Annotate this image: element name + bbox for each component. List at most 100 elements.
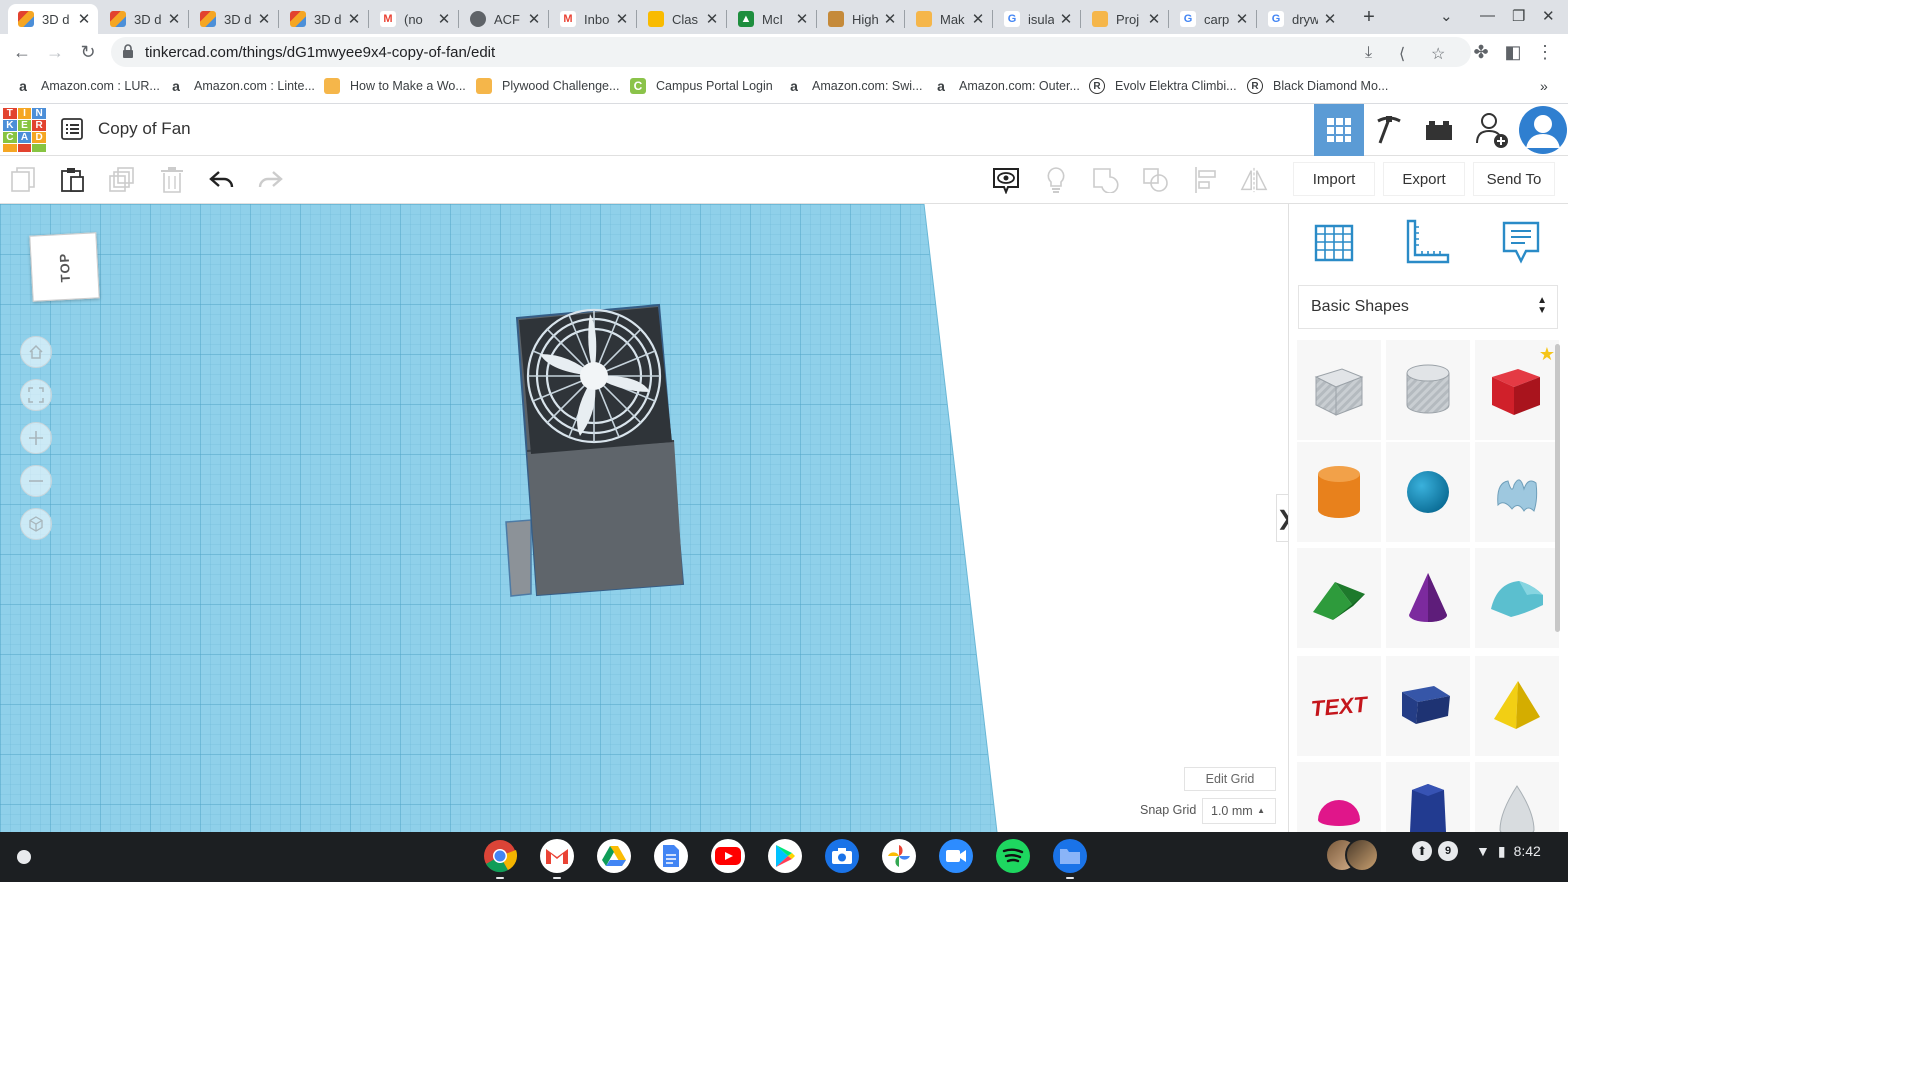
undo-icon[interactable] [208,166,236,194]
shape-pyramid[interactable] [1475,656,1559,756]
send-to-button[interactable]: Send To [1473,162,1555,196]
browser-tab[interactable]: G dryw ✕ [1258,4,1344,34]
zoom-app[interactable] [939,839,973,873]
shape-polygon[interactable] [1386,762,1470,832]
home-view-button[interactable] [20,336,52,368]
browser-tab[interactable]: Mak ✕ [906,4,992,34]
redo-icon[interactable] [256,166,284,194]
paste-icon[interactable] [58,166,86,194]
browser-tab[interactable]: 3D d ✕ [280,4,368,34]
workplane-tool-button[interactable] [1310,218,1358,266]
shape-wedge[interactable] [1386,656,1470,756]
copy-icon[interactable] [10,166,38,194]
bookmark-item[interactable]: a Amazon.com : Linte... [168,78,315,94]
snap-grid-select[interactable]: 1.0 mm ▲ [1202,798,1276,824]
shape-sphere[interactable] [1386,442,1470,542]
gmail-app[interactable] [540,839,574,879]
launcher-button[interactable] [10,843,38,871]
avatar[interactable] [1518,104,1568,156]
perspective-toggle-button[interactable] [20,508,52,540]
shape-cone[interactable] [1386,548,1470,648]
side-panel-icon[interactable]: ◧ [1502,41,1524,63]
files-app[interactable] [1053,839,1087,879]
shape-box-hole[interactable] [1297,340,1381,440]
close-tab-icon[interactable]: ✕ [614,10,630,28]
design-title[interactable]: Copy of Fan [98,119,191,139]
close-tab-icon[interactable]: ✕ [1058,10,1074,28]
favorite-star-icon[interactable]: ★ [1539,344,1555,365]
shape-half-sphere[interactable] [1297,762,1381,832]
design-list-icon[interactable] [60,117,84,141]
light-bulb-icon[interactable] [1042,166,1070,194]
export-button[interactable]: Export [1383,162,1465,196]
bricks-button[interactable] [1414,104,1464,156]
bookmark-item[interactable]: C Campus Portal Login [630,78,773,94]
align-icon[interactable] [1192,166,1220,194]
shape-text[interactable]: TEXT [1297,656,1381,756]
bookmark-item[interactable]: a Amazon.com : LUR... [15,78,160,94]
browser-tab[interactable]: G carp ✕ [1170,4,1256,34]
shapes-panel-toggle[interactable]: ❯ [1276,494,1288,542]
spotify-app[interactable] [996,839,1030,873]
close-tab-icon[interactable]: ✕ [704,10,720,28]
browser-tab[interactable]: M (no ✕ [370,4,458,34]
close-tab-icon[interactable]: ✕ [882,10,898,28]
shape-scribble[interactable] [1475,442,1559,542]
bookmark-item[interactable]: a Amazon.com: Outer... [933,78,1080,94]
forward-icon[interactable]: → [44,41,66,63]
status-tray[interactable]: ⬆ 9 ▼ ▮ 8:42 [1412,841,1541,861]
ungroup-icon[interactable] [1142,166,1170,194]
browser-tab[interactable]: 3D d ✕ [100,4,188,34]
shape-cylinder[interactable] [1297,442,1381,542]
chrome-menu-icon[interactable]: ⋮ [1534,41,1556,63]
blocks-button[interactable] [1364,104,1414,156]
more-bookmarks-icon[interactable]: » [1540,78,1548,94]
docs-app[interactable] [654,839,688,873]
workplane-grid[interactable] [0,204,1288,832]
extensions-icon[interactable]: ✤ [1470,41,1492,63]
bookmark-item[interactable]: Plywood Challenge... [476,78,619,94]
bookmark-item[interactable]: R Evolv Elektra Climbi... [1089,78,1237,94]
share-icon[interactable]: ⟨ [1399,44,1405,64]
shape-paraboloid[interactable] [1475,762,1559,832]
browser-tab[interactable]: ACF ✕ [460,4,548,34]
duplicate-icon[interactable] [108,166,136,194]
shape-box[interactable]: ★ [1475,340,1559,440]
bookmark-item[interactable]: a Amazon.com: Swi... [786,78,922,94]
close-tab-icon[interactable]: ✕ [1234,10,1250,28]
play-store-app[interactable] [768,839,802,873]
invite-user-button[interactable] [1467,104,1517,156]
browser-tab[interactable]: ▲ McI ✕ [728,4,816,34]
shapes-scrollbar[interactable] [1555,344,1560,632]
bookmark-item[interactable]: How to Make a Wo... [324,78,466,94]
edit-grid-button[interactable]: Edit Grid [1184,767,1276,791]
youtube-app[interactable] [711,839,745,873]
zoom-in-button[interactable] [20,422,52,454]
browser-tab[interactable]: M Inbo ✕ [550,4,636,34]
close-tab-icon[interactable]: ✕ [256,10,272,28]
shape-cylinder-hole[interactable] [1386,340,1470,440]
zoom-out-button[interactable] [20,465,52,497]
import-button[interactable]: Import [1293,162,1375,196]
mirror-icon[interactable] [1240,166,1268,194]
group-icon[interactable] [1092,166,1120,194]
browser-tab[interactable]: 3D d ✕ [8,4,98,34]
install-icon[interactable]: ⤓ [1365,44,1372,62]
browser-tab[interactable]: Clas ✕ [638,4,726,34]
fit-view-button[interactable] [20,379,52,411]
bookmark-star-icon[interactable]: ☆ [1431,44,1445,64]
browser-tab[interactable]: G isula ✕ [994,4,1080,34]
restore-icon[interactable]: ❐ [1512,7,1525,25]
close-tab-icon[interactable]: ✕ [436,10,452,28]
shape-roof[interactable] [1297,548,1381,648]
notes-tool-button[interactable] [1497,218,1545,266]
camera-app[interactable] [825,839,859,873]
chrome-app[interactable] [483,839,517,879]
browser-tab[interactable]: Proj ✕ [1082,4,1168,34]
tinkercad-logo[interactable]: T I N K E R C A D [3,108,46,152]
minimize-icon[interactable]: — [1480,7,1495,24]
browser-tab[interactable]: 3D d ✕ [190,4,278,34]
close-tab-icon[interactable]: ✕ [794,10,810,28]
new-tab-button[interactable]: + [1357,6,1381,30]
photos-app[interactable] [882,839,916,873]
